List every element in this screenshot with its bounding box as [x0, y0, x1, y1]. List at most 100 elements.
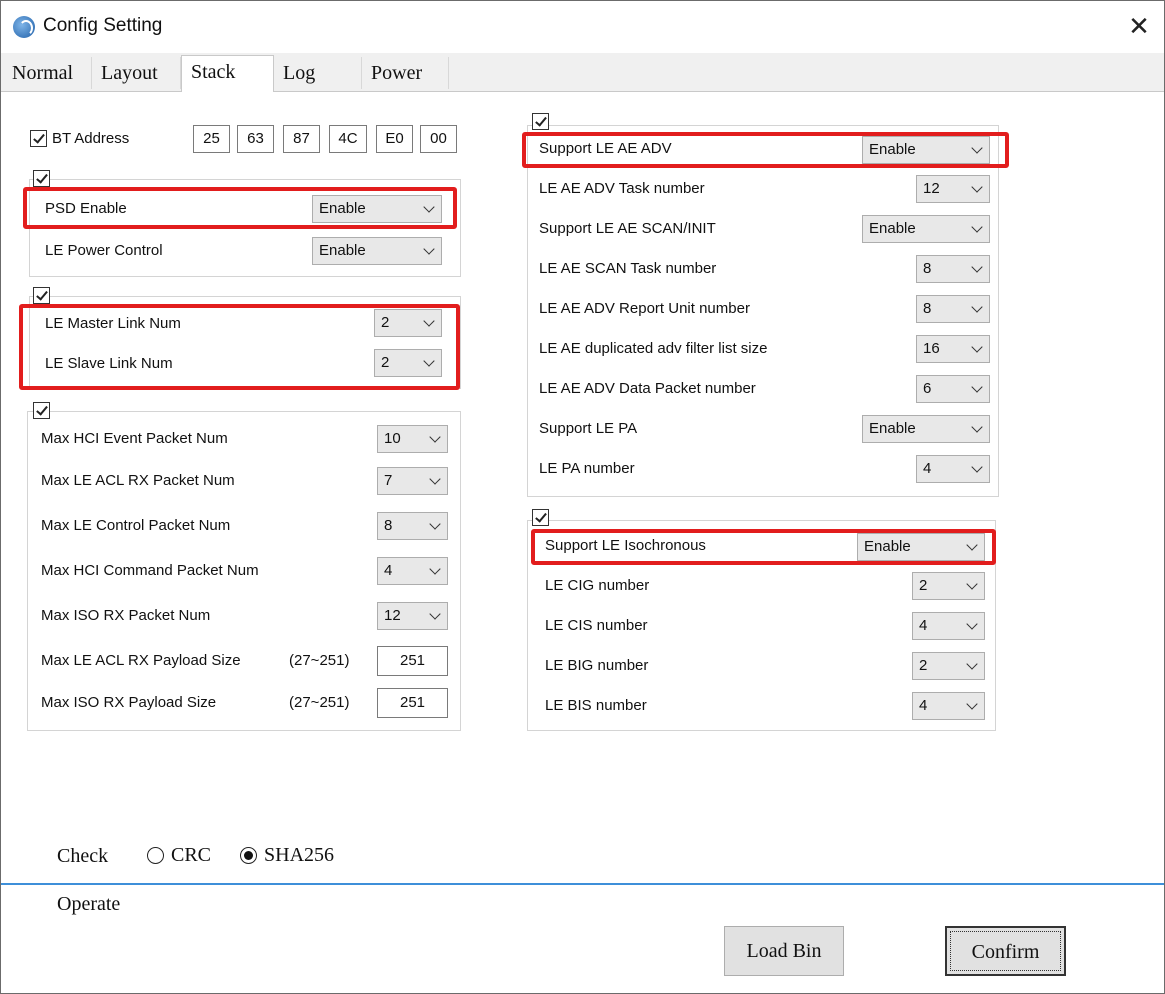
- tab-power[interactable]: Power: [362, 57, 449, 89]
- chevron-down-icon: [966, 658, 978, 670]
- iso-group-checkbox[interactable]: [532, 509, 549, 526]
- bt-address-label: BT Address: [52, 130, 130, 147]
- bt-address-byte-5[interactable]: E0: [376, 125, 413, 153]
- close-icon[interactable]: ✕: [1125, 13, 1153, 41]
- le-cis-number-select[interactable]: 4: [912, 612, 985, 640]
- chevron-down-icon: [971, 301, 983, 313]
- support-le-ae-adv-value: Enable: [869, 141, 916, 158]
- le-ae-adv-data-packet-number-value: 6: [923, 380, 932, 397]
- sha256-radio-label[interactable]: SHA256: [264, 844, 334, 867]
- bt-address-byte-1[interactable]: 25: [193, 125, 230, 153]
- max-le-acl-rx-packet-num-select[interactable]: 7: [377, 467, 448, 495]
- le-ae-adv-report-unit-number-select[interactable]: 8: [916, 295, 990, 323]
- chevron-down-icon: [423, 243, 435, 255]
- section-separator: [1, 883, 1164, 885]
- max-hci-event-packet-num-value: 10: [384, 430, 401, 447]
- tab-stack[interactable]: Stack: [181, 55, 274, 92]
- chevron-down-icon: [971, 381, 983, 393]
- chevron-down-icon: [429, 473, 441, 485]
- le-ae-adv-data-packet-number-select[interactable]: 6: [916, 375, 990, 403]
- le-cig-number-select[interactable]: 2: [912, 572, 985, 600]
- tab-log[interactable]: Log: [274, 57, 362, 89]
- load-bin-button[interactable]: Load Bin: [724, 926, 844, 976]
- chevron-down-icon: [971, 261, 983, 273]
- le-master-link-num-value: 2: [381, 314, 390, 331]
- le-ae-adv-task-number-label: LE AE ADV Task number: [539, 180, 705, 197]
- chevron-down-icon: [971, 221, 983, 233]
- le-ae-adv-report-unit-number-value: 8: [923, 300, 932, 317]
- crc-radio[interactable]: [147, 847, 164, 864]
- max-le-control-packet-num-select[interactable]: 8: [377, 512, 448, 540]
- le-ae-duplicated-adv-filter-list-size-value: 16: [923, 340, 940, 357]
- chevron-down-icon: [971, 181, 983, 193]
- le-bis-number-select[interactable]: 4: [912, 692, 985, 720]
- support-le-ae-scan-init-select[interactable]: Enable: [862, 215, 990, 243]
- le-slave-link-num-select[interactable]: 2: [374, 349, 442, 377]
- max-hci-event-packet-num-label: Max HCI Event Packet Num: [41, 430, 228, 447]
- chevron-down-icon: [966, 618, 978, 630]
- psd-enable-value: Enable: [319, 200, 366, 217]
- sha256-radio[interactable]: [240, 847, 257, 864]
- max-iso-rx-packet-num-select[interactable]: 12: [377, 602, 448, 630]
- bt-address-byte-3[interactable]: 87: [283, 125, 320, 153]
- max-hci-command-packet-num-select[interactable]: 4: [377, 557, 448, 585]
- le-cis-number-value: 4: [919, 617, 928, 634]
- bt-address-byte-4[interactable]: 4C: [329, 125, 367, 153]
- chevron-down-icon: [429, 563, 441, 575]
- operate-label: Operate: [57, 893, 121, 915]
- support-le-pa-select[interactable]: Enable: [862, 415, 990, 443]
- le-power-control-select[interactable]: Enable: [312, 237, 442, 265]
- support-le-pa-value: Enable: [869, 420, 916, 437]
- max-le-control-packet-num-label: Max LE Control Packet Num: [41, 517, 231, 534]
- le-cis-number-label: LE CIS number: [545, 617, 648, 634]
- le-big-number-label: LE BIG number: [545, 657, 649, 674]
- app-globe-icon: [13, 16, 35, 38]
- support-le-isochronous-select[interactable]: Enable: [857, 533, 985, 561]
- confirm-button[interactable]: Confirm: [945, 926, 1066, 976]
- link-group-checkbox[interactable]: [33, 287, 50, 304]
- bt-address-byte-2[interactable]: 63: [237, 125, 274, 153]
- bt-address-byte-6[interactable]: 00: [420, 125, 457, 153]
- ae-group-checkbox[interactable]: [532, 113, 549, 130]
- tab-normal[interactable]: Normal: [3, 57, 92, 89]
- max-iso-rx-payload-size-input[interactable]: 251: [377, 688, 448, 718]
- support-le-pa-label: Support LE PA: [539, 420, 638, 437]
- max-hci-command-packet-num-value: 4: [384, 562, 393, 579]
- le-pa-number-select[interactable]: 4: [916, 455, 990, 483]
- max-le-acl-rx-packet-num-label: Max LE ACL RX Packet Num: [41, 472, 235, 489]
- chevron-down-icon: [429, 431, 441, 443]
- hci-group-checkbox[interactable]: [33, 402, 50, 419]
- le-ae-duplicated-adv-filter-list-size-select[interactable]: 16: [916, 335, 990, 363]
- le-slave-link-num-value: 2: [381, 354, 390, 371]
- psd-group-checkbox[interactable]: [33, 170, 50, 187]
- le-cig-number-value: 2: [919, 577, 928, 594]
- le-power-control-value: Enable: [319, 242, 366, 259]
- bt-address-checkbox[interactable]: [30, 130, 47, 147]
- le-master-link-num-label: LE Master Link Num: [45, 315, 181, 332]
- max-hci-command-packet-num-label: Max HCI Command Packet Num: [41, 562, 259, 579]
- max-le-acl-rx-payload-size-input[interactable]: 251: [377, 646, 448, 676]
- le-ae-scan-task-number-select[interactable]: 8: [916, 255, 990, 283]
- le-master-link-num-select[interactable]: 2: [374, 309, 442, 337]
- chevron-down-icon: [423, 355, 435, 367]
- le-slave-link-num-label: LE Slave Link Num: [45, 355, 173, 372]
- le-bis-number-label: LE BIS number: [545, 697, 647, 714]
- le-ae-adv-task-number-select[interactable]: 12: [916, 175, 990, 203]
- psd-enable-label: PSD Enable: [45, 200, 127, 217]
- chevron-down-icon: [429, 608, 441, 620]
- max-le-control-packet-num-value: 8: [384, 517, 393, 534]
- support-le-ae-adv-select[interactable]: Enable: [862, 136, 990, 164]
- chevron-down-icon: [966, 578, 978, 590]
- le-cig-number-label: LE CIG number: [545, 577, 650, 594]
- psd-enable-select[interactable]: Enable: [312, 195, 442, 223]
- le-big-number-select[interactable]: 2: [912, 652, 985, 680]
- le-pa-number-value: 4: [923, 460, 932, 477]
- le-power-control-label: LE Power Control: [45, 242, 163, 259]
- le-big-number-value: 2: [919, 657, 928, 674]
- le-ae-scan-task-number-label: LE AE SCAN Task number: [539, 260, 717, 277]
- tab-layout[interactable]: Layout: [92, 57, 181, 89]
- max-hci-event-packet-num-select[interactable]: 10: [377, 425, 448, 453]
- crc-radio-label[interactable]: CRC: [171, 844, 211, 867]
- chevron-down-icon: [971, 142, 983, 154]
- le-pa-number-label: LE PA number: [539, 460, 635, 477]
